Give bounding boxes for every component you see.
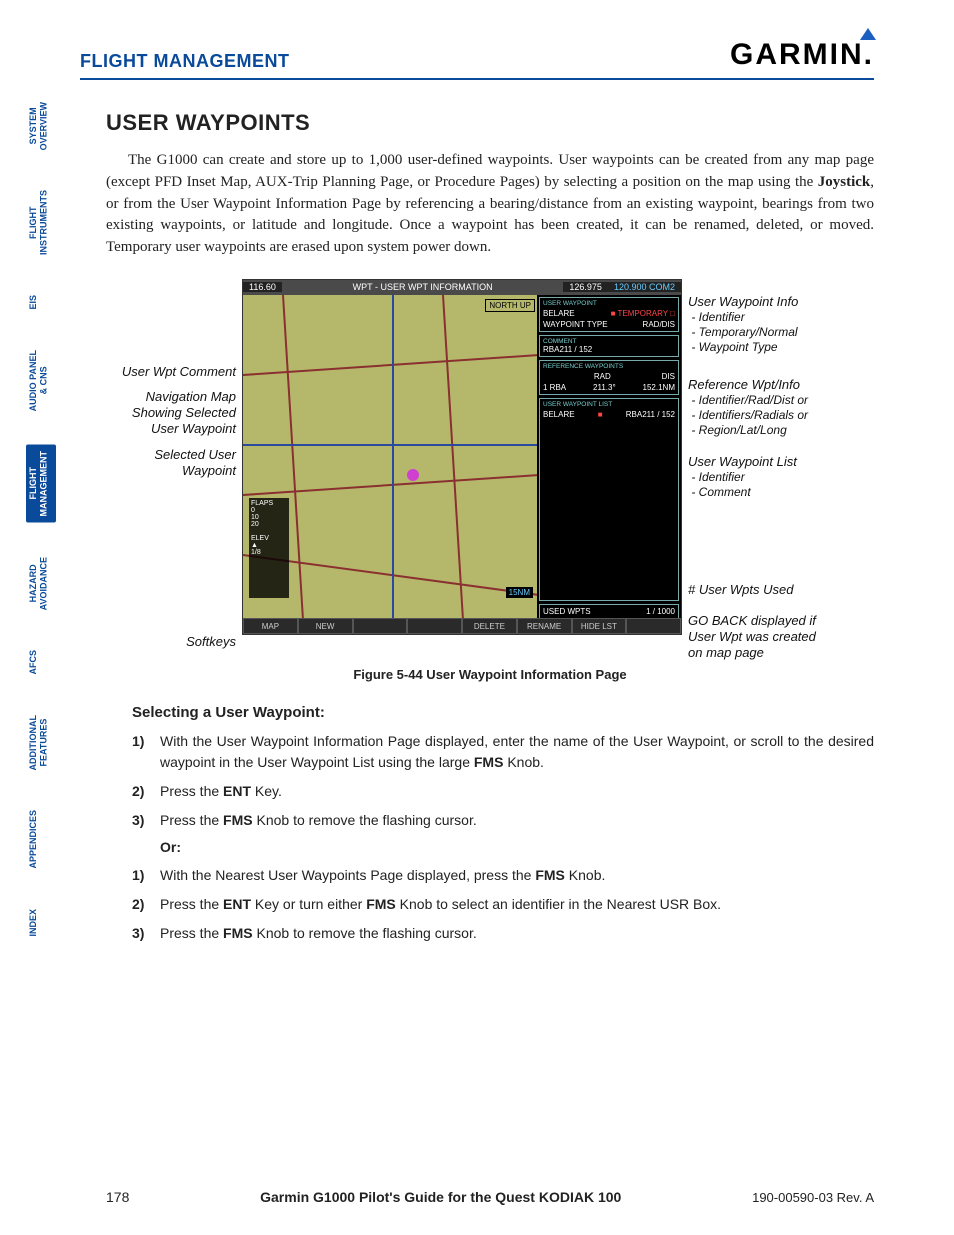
intro-text-1: The G1000 can create and store up to 1,0… [106, 152, 874, 190]
uwp-temp: TEMPORARY [618, 309, 668, 318]
section-title: User Waypoints [106, 110, 874, 136]
intro-paragraph: The G1000 can create and store up to 1,0… [106, 150, 874, 259]
fig-right-panel: USER WAYPOINT BELARE■ TEMPORARY □ WAYPOI… [537, 295, 681, 620]
ref-dis: 152.1NM [643, 383, 675, 392]
ref-col-dis: DIS [662, 372, 675, 381]
softkey-3 [407, 618, 462, 634]
figure-screenshot: 116.60 WPT - USER WPT INFORMATION 126.97… [242, 279, 682, 635]
freq-left: 116.60 [243, 282, 282, 292]
logo-triangle-icon [860, 28, 876, 40]
sidebar-tab-3[interactable]: AUDIO PANEL& CNS [26, 344, 56, 417]
uwp-ident: BELARE [543, 309, 575, 318]
comment-box: COMMENT RBA211 / 152 [539, 335, 679, 357]
step-stepsA-1: 2)Press the ENT Key. [132, 781, 874, 802]
step-stepsA-2: 3)Press the FMS Knob to remove the flash… [132, 810, 874, 831]
intro-bold: Joystick [818, 174, 871, 190]
callout-right-2: User Waypoint List - Identifier - Commen… [688, 454, 883, 500]
map-range: 15NM [506, 587, 533, 598]
freq-r2: 120.900 COM2 [608, 282, 681, 292]
map-scale-elev: FLAPS01020ELEV▲1/8 [249, 498, 289, 598]
figure-caption: Figure 5-44 User Waypoint Information Pa… [106, 667, 874, 682]
page-header: FLIGHT MANAGEMENT GARMIN. [80, 38, 874, 80]
nav-map: NORTH UP FLAPS01020ELEV▲1/8 15NM [243, 295, 539, 620]
sidebar-tab-7[interactable]: ADDITIONALFEATURES [26, 709, 56, 777]
figure-5-44: 116.60 WPT - USER WPT INFORMATION 126.97… [106, 279, 874, 659]
or-separator: Or: [160, 839, 874, 855]
uwp-type-label: WAYPOINT TYPE [543, 320, 608, 329]
procedure-heading: Selecting a User Waypoint: [132, 704, 874, 721]
north-up-badge: NORTH UP [485, 299, 535, 312]
ref-wpt-box: REFERENCE WAYPOINTS RAD DIS 1 RBA 211.3° 15… [539, 360, 679, 395]
ref-title: REFERENCE WAYPOINTS [543, 363, 675, 370]
softkey-6: HIDE LST [572, 618, 627, 634]
sidebar-tab-8[interactable]: APPENDICES [26, 804, 56, 875]
sidebar-tab-5[interactable]: HAZARDAVOIDANCE [26, 551, 56, 616]
steps-list-a: 1)With the User Waypoint Information Pag… [132, 731, 874, 831]
sidebar-tabs: SYSTEMOVERVIEW FLIGHTINSTRUMENTS EIS AUDIO … [26, 96, 56, 942]
garmin-logo: GARMIN. [730, 38, 874, 72]
uwp-type: RAD/DIS [643, 320, 675, 329]
freq-r1: 126.975 [563, 282, 608, 292]
used-wpts-box: USED WPTS 1 / 1000 [539, 604, 679, 619]
step-stepsB-1: 2)Press the ENT Key or turn either FMS K… [132, 894, 874, 915]
sidebar-tab-6[interactable]: AFCS [26, 644, 56, 681]
list-title: USER WAYPOINT LIST [543, 401, 675, 408]
softkey-5: RENAME [517, 618, 572, 634]
callout-left-0: User Wpt Comment [106, 364, 236, 380]
softkey-0: MAP [243, 618, 298, 634]
softkey-1: NEW [298, 618, 353, 634]
page-footer: 178 Garmin G1000 Pilot's Guide for the Q… [106, 1189, 874, 1205]
step-stepsB-0: 1)With the Nearest User Waypoints Page d… [132, 865, 874, 886]
used-val: 1 / 1000 [646, 607, 675, 616]
softkey-row: MAPNEW DELETERENAMEHIDE LST [243, 618, 681, 634]
wpt-list-box: USER WAYPOINT LIST BELARE■RBA211 / 152 [539, 398, 679, 601]
callout-right-0: User Waypoint Info - Identifier - Tempor… [688, 294, 883, 355]
sidebar-tab-9[interactable]: INDEX [26, 903, 56, 943]
callout-left-3: Softkeys [106, 634, 236, 650]
steps-list-b: 1)With the Nearest User Waypoints Page d… [132, 865, 874, 944]
ref-col-rad: RAD [594, 372, 611, 381]
callout-left-1: Navigation MapShowing SelectedUser Waypo… [106, 389, 236, 438]
main-content: User Waypoints The G1000 can create and … [106, 110, 874, 952]
callout-right-3: # User Wpts Used [688, 582, 883, 598]
ref-ident: 1 RBA [543, 383, 566, 392]
or-text: Or: [160, 839, 181, 855]
ref-rad: 211.3° [593, 383, 616, 392]
page-title-bar: WPT - USER WPT INFORMATION [282, 282, 564, 292]
sidebar-tab-1[interactable]: FLIGHTINSTRUMENTS [26, 184, 56, 261]
list-ident: BELARE [543, 410, 575, 419]
uwp-title: USER WAYPOINT [543, 300, 675, 307]
comment-title: COMMENT [543, 338, 675, 345]
logo-text: GARMIN [730, 38, 864, 71]
footer-revision: 190-00590-03 Rev. A [752, 1190, 874, 1205]
footer-title: Garmin G1000 Pilot's Guide for the Quest… [260, 1189, 621, 1205]
softkey-4: DELETE [462, 618, 517, 634]
callout-right-4: GO BACK displayed ifUser Wpt was created… [688, 613, 883, 662]
softkey-7 [626, 618, 681, 634]
list-comment: RBA211 / 152 [626, 410, 675, 419]
callout-right-1: Reference Wpt/Info - Identifier/Rad/Dist… [688, 377, 883, 438]
sidebar-tab-2[interactable]: EIS [26, 289, 56, 316]
step-stepsA-0: 1)With the User Waypoint Information Pag… [132, 731, 874, 773]
sidebar-tab-4[interactable]: FLIGHTMANAGEMENT [26, 445, 56, 523]
used-label: USED WPTS [543, 607, 591, 616]
softkey-2 [353, 618, 408, 634]
sidebar-tab-0[interactable]: SYSTEMOVERVIEW [26, 96, 56, 156]
page-number: 178 [106, 1189, 129, 1205]
callout-left-2: Selected UserWaypoint [106, 447, 236, 480]
comment-val: RBA211 / 152 [543, 345, 675, 354]
header-title: FLIGHT MANAGEMENT [80, 51, 289, 72]
user-waypoint-box: USER WAYPOINT BELARE■ TEMPORARY □ WAYPOI… [539, 297, 679, 332]
step-stepsB-2: 3)Press the FMS Knob to remove the flash… [132, 923, 874, 944]
fig-topbar: 116.60 WPT - USER WPT INFORMATION 126.97… [243, 280, 681, 295]
